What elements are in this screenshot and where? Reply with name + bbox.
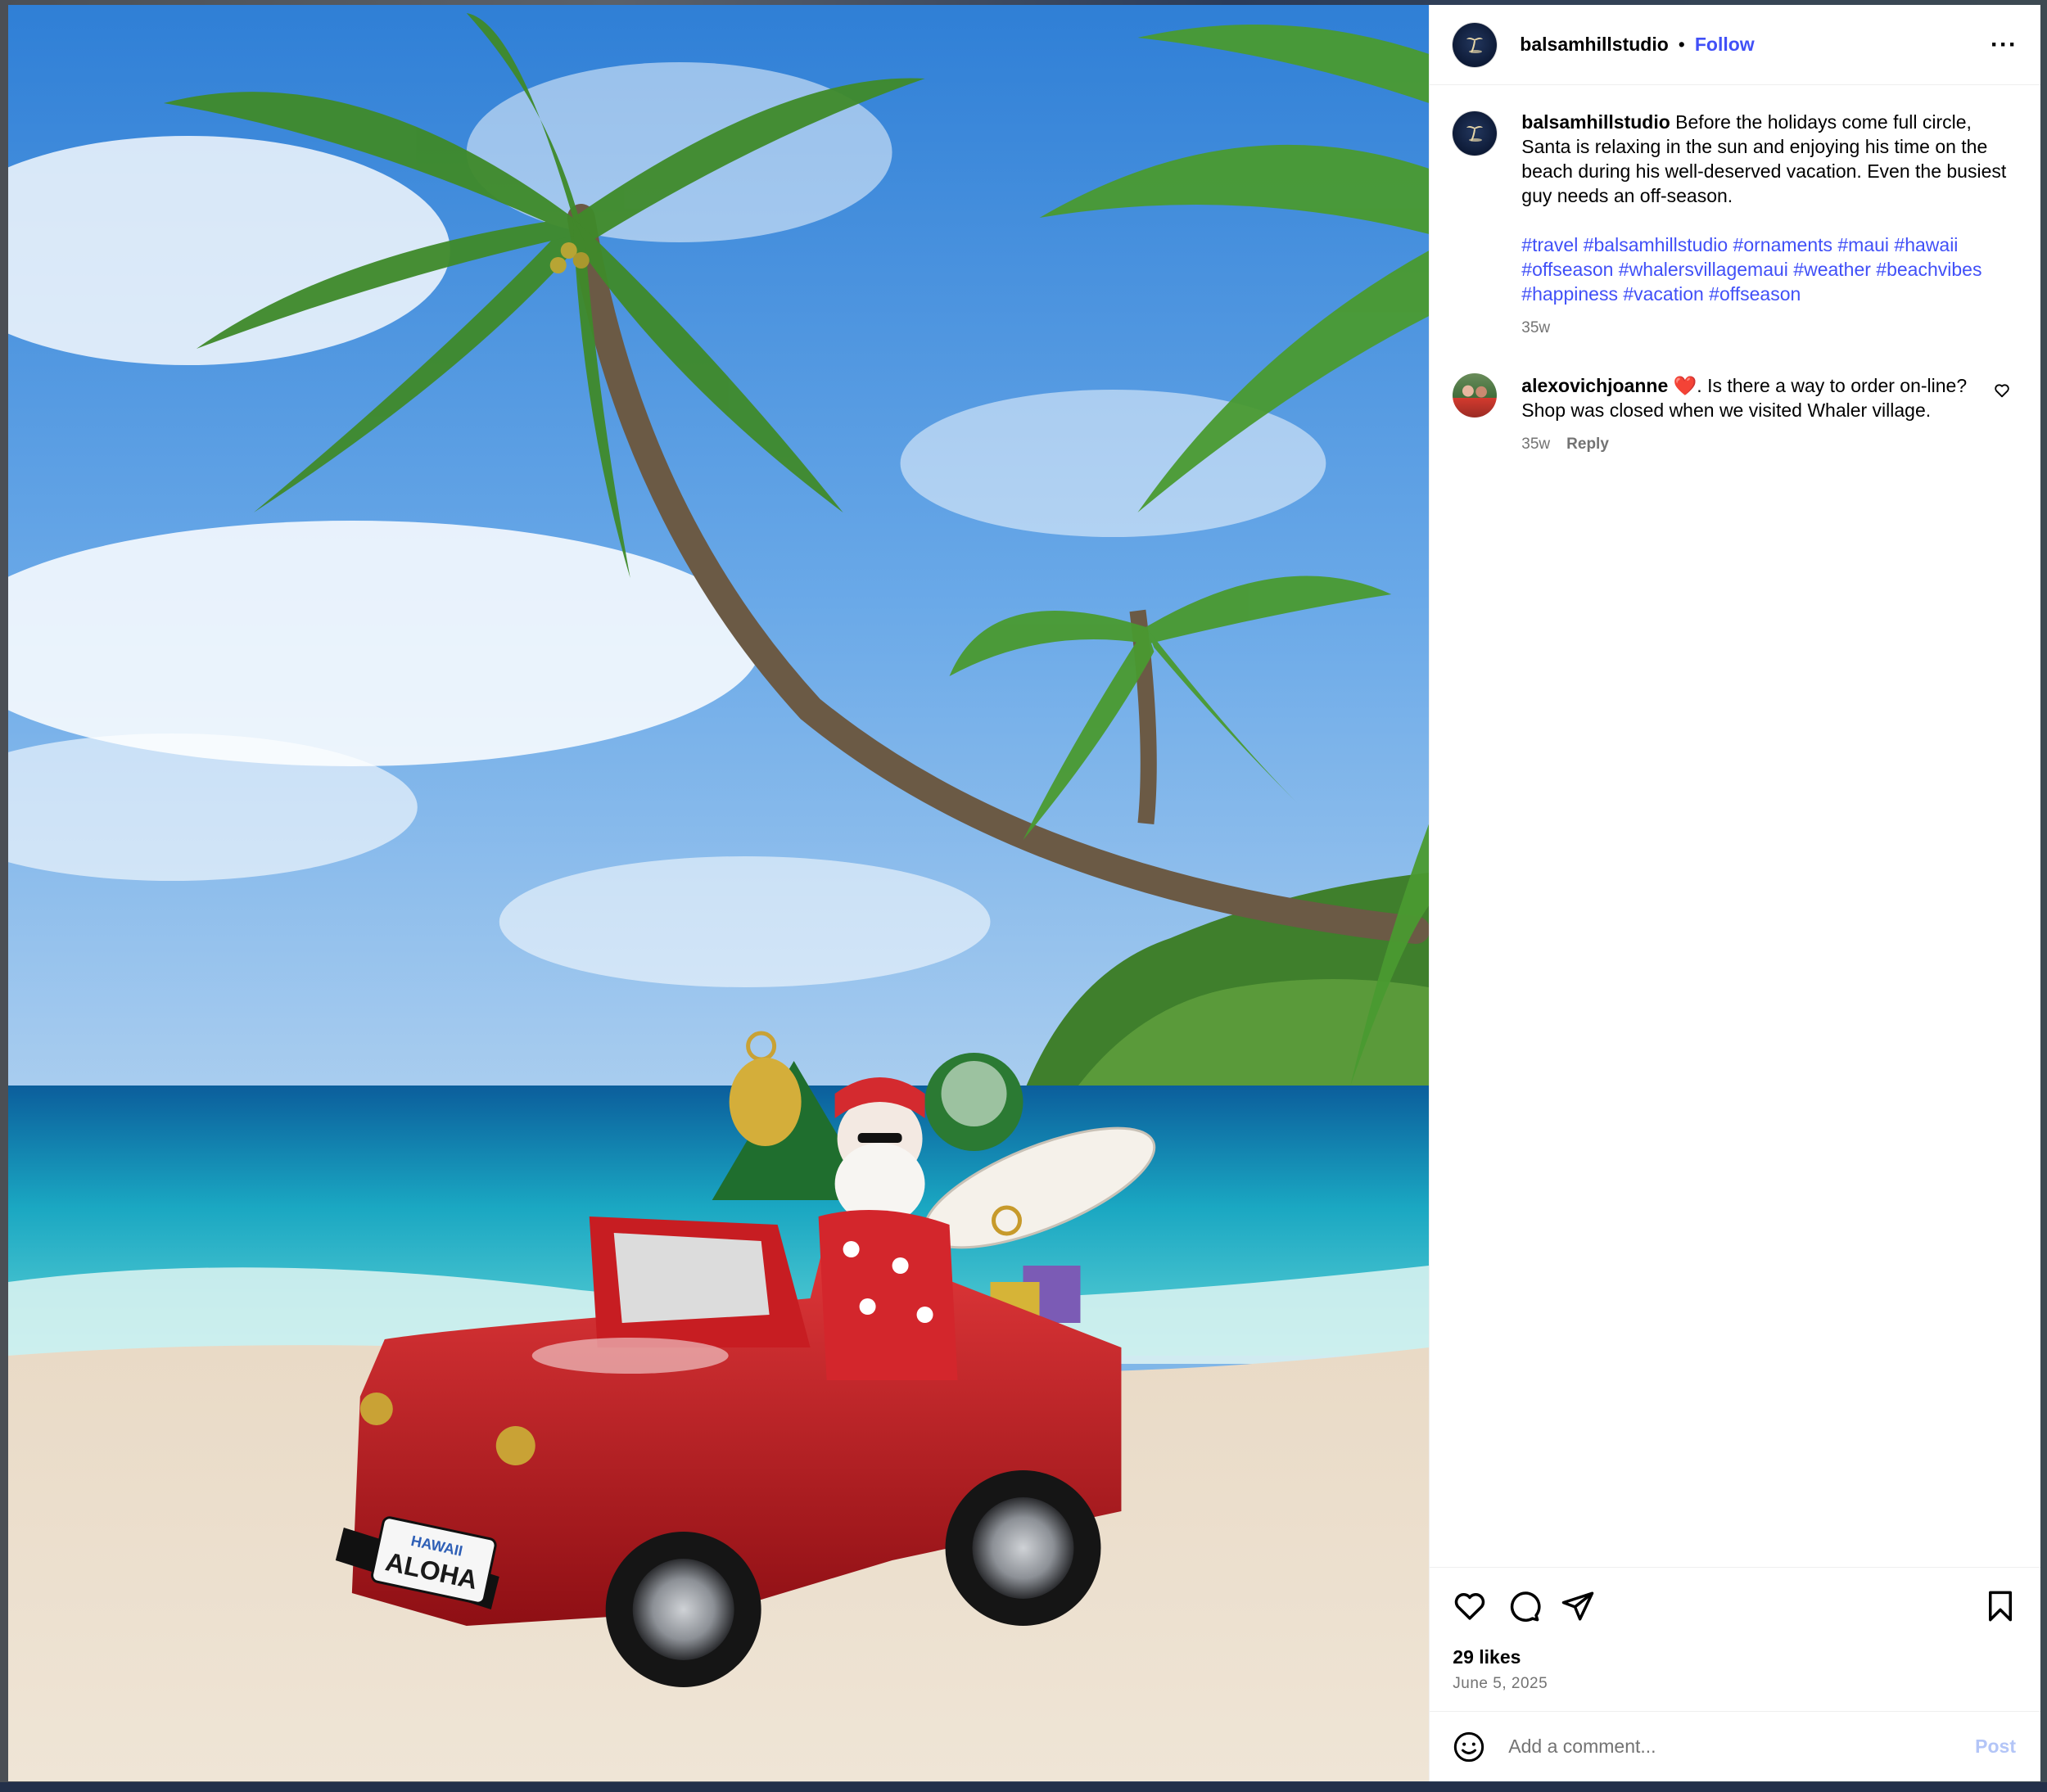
post-date[interactable]: June 5, 2025 [1453, 1675, 2018, 1693]
comment-input[interactable] [1507, 1735, 1971, 1758]
actions-bar: 29 likes June 5, 2025 [1430, 1567, 2040, 1711]
caption-username[interactable]: balsamhillstudio [1521, 111, 1670, 133]
palm-logo-icon [1466, 126, 1484, 142]
likes-count[interactable]: 29 likes [1453, 1646, 2018, 1668]
paper-plane-icon[interactable] [1561, 1589, 1595, 1623]
caption-text: balsamhillstudio Before the holidays com… [1521, 110, 2018, 208]
comment-age[interactable]: 35w [1521, 432, 1550, 457]
more-horizontal-icon[interactable]: ··· [1991, 31, 2018, 59]
beach-santa-jeep-photo: HAWAII ALOHA [8, 5, 1430, 1781]
post-side-panel: balsamhillstudio • Follow ··· balsamhill… [1429, 5, 2040, 1781]
comment-row: alexovichjoanne ❤️. Is there a way to or… [1453, 373, 2018, 457]
palm-logo-icon [1466, 37, 1484, 53]
post-header: balsamhillstudio • Follow ··· [1430, 5, 2040, 85]
heart-icon[interactable] [1453, 1589, 1487, 1623]
post-modal: HAWAII ALOHA balsamhillstudio • Follow ·… [8, 5, 2040, 1781]
comment-body: alexovichjoanne ❤️. Is there a way to or… [1521, 373, 2018, 457]
commenter-avatar[interactable] [1453, 373, 1498, 418]
caption-meta: 35w [1521, 316, 2018, 341]
caption-age[interactable]: 35w [1521, 316, 1550, 341]
smiley-icon[interactable] [1453, 1731, 1485, 1763]
comment-emoji: ❤️ [1673, 375, 1697, 396]
comment-meta: 35w Reply [1521, 432, 1985, 457]
follow-button[interactable]: Follow [1695, 34, 1755, 56]
post-button[interactable]: Post [1970, 1735, 2021, 1758]
comment-composer: Post [1430, 1711, 2040, 1781]
comments-list: balsamhillstudio Before the holidays com… [1430, 85, 2040, 1567]
comment-username[interactable]: alexovichjoanne [1521, 375, 1668, 396]
caption-row: balsamhillstudio Before the holidays com… [1453, 110, 2018, 341]
action-icons [1453, 1589, 2018, 1623]
caption-hashtags[interactable]: #travel #balsamhillstudio #ornaments #ma… [1521, 232, 2018, 306]
post-image[interactable]: HAWAII ALOHA [8, 5, 1430, 1781]
comment-text: alexovichjoanne ❤️. Is there a way to or… [1521, 373, 1985, 422]
bookmark-icon[interactable] [1983, 1589, 2018, 1623]
caption-body: balsamhillstudio Before the holidays com… [1521, 110, 2018, 341]
backdrop-bottom [0, 1782, 2047, 1792]
reply-button[interactable]: Reply [1566, 432, 1609, 457]
header-separator: • [1678, 34, 1685, 55]
heart-outline-small-icon[interactable] [1993, 381, 2011, 399]
header-username[interactable]: balsamhillstudio [1520, 34, 1668, 56]
avatar[interactable] [1453, 22, 1498, 67]
comment-bubble-icon[interactable] [1507, 1589, 1541, 1623]
caption-avatar[interactable] [1453, 111, 1498, 156]
